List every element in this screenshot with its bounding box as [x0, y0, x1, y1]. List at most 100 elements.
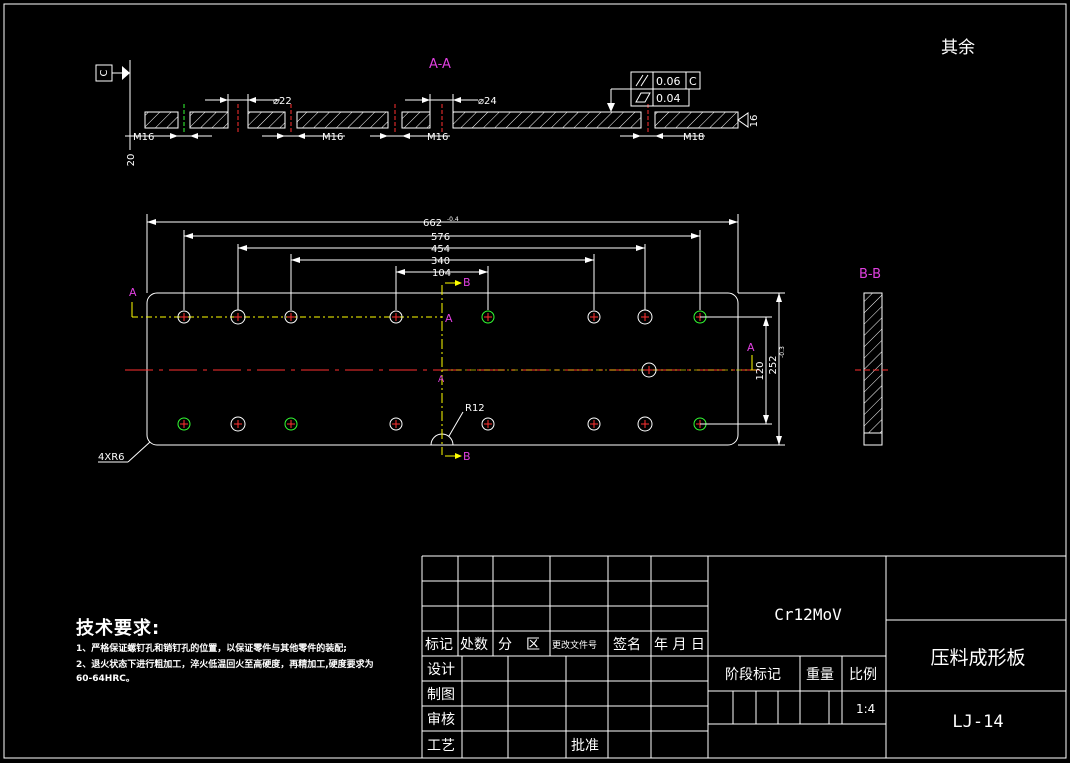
- plate-section-6: [452, 111, 642, 129]
- dim-m18: M18: [683, 132, 704, 143]
- role-reviewer: 审核: [427, 712, 455, 728]
- section-mark-a: A: [129, 286, 137, 299]
- technical-requirement-2: 2、退火状态下进行粗加工，淬火低温回火至高硬度，再精加工,硬度要求为60-64H…: [76, 660, 374, 684]
- dim-arrow: [297, 133, 305, 139]
- dim-d22: ⌀22: [273, 96, 292, 107]
- role-drafter: 制图: [427, 687, 455, 703]
- dim-arrow: [655, 133, 663, 139]
- revision-header: 处数: [460, 637, 488, 653]
- dim-arrow: [184, 233, 193, 239]
- section-mark-a: A: [445, 312, 453, 325]
- plan-view: 662 -0.4 576 454 340 104 120 252 -0.3 R1…: [98, 214, 786, 463]
- dim-m16-b: M16: [322, 132, 343, 143]
- plate-section-2: [189, 111, 229, 129]
- dim-340: 340: [431, 256, 450, 267]
- role-approve: 批准: [571, 738, 599, 754]
- tolerance-parallel-datum: C: [689, 75, 697, 88]
- section-mark-a: A: [747, 341, 755, 354]
- corner-leader: [127, 441, 151, 463]
- revision-header: 签名: [613, 636, 641, 653]
- section-aa-label: A-A: [429, 57, 451, 72]
- dim-arrow: [170, 133, 178, 139]
- section-bb-view: B-B: [855, 267, 890, 446]
- dim-arrow: [238, 245, 247, 251]
- drawing-number: LJ-14: [952, 712, 1003, 732]
- corner-radius-label: 4XR6: [98, 452, 125, 463]
- plate-section-1: [144, 111, 179, 129]
- dim-arrow: [453, 97, 461, 103]
- dim-252: 252: [768, 355, 779, 374]
- scale-label: 比例: [849, 667, 877, 683]
- plate-section-4: [296, 111, 389, 129]
- dim-454: 454: [431, 244, 450, 255]
- stage-mark-label: 阶段标记: [725, 667, 781, 683]
- weight-label: 重量: [806, 667, 834, 683]
- dim-arrow: [147, 219, 156, 225]
- dim-m16-c: M16: [427, 132, 448, 143]
- section-mark-b: B: [463, 450, 471, 463]
- revision-header: 标记: [425, 637, 453, 653]
- arrow-head: [455, 280, 462, 286]
- dim-252-tol: -0.3: [779, 346, 786, 358]
- dim-t16: 16: [749, 115, 760, 128]
- dim-arrow: [402, 133, 410, 139]
- dim-arrow: [729, 219, 738, 225]
- technical-requirements: 技术要求: 1、严格保证螺钉孔和销钉孔的位置，以保证零件与其他零件的装配; 2、…: [76, 614, 376, 686]
- arrow-head: [455, 453, 462, 459]
- dim-m16-a: M16: [133, 132, 154, 143]
- surface-finish-note: 其余: [941, 38, 975, 58]
- dim-662-tol: -0.4: [447, 216, 459, 223]
- plate-section-3: [247, 111, 286, 129]
- r12-leader: [448, 411, 464, 437]
- dim-arrow: [396, 269, 405, 275]
- tolerance-flatness-value: 0.04: [656, 92, 681, 105]
- dim-d24: ⌀24: [478, 96, 497, 107]
- dim-arrow: [763, 317, 769, 326]
- dim-120: 120: [755, 361, 766, 380]
- technical-requirements-title: 技术要求:: [76, 618, 161, 639]
- material: Cr12MoV: [774, 605, 842, 624]
- plate-section-5: [401, 111, 431, 129]
- dim-h20: 20: [126, 154, 137, 167]
- dim-arrow: [691, 233, 700, 239]
- dim-576: 576: [431, 232, 450, 243]
- dim-arrow: [291, 257, 300, 263]
- dim-arrow: [380, 133, 388, 139]
- revision-header: 年 月 日: [654, 637, 705, 653]
- dim-arrow: [479, 269, 488, 275]
- dim-arrow: [248, 97, 256, 103]
- scale-value: 1:4: [856, 702, 875, 716]
- tolerance-parallel-value: 0.06: [656, 75, 681, 88]
- role-process: 工艺: [427, 738, 455, 754]
- section-bb-notch: [863, 432, 883, 446]
- section-bb-label: B-B: [859, 267, 881, 282]
- section-bb-body: [863, 292, 883, 434]
- part-name: 压料成形板: [930, 647, 1025, 669]
- plate-section-7: [654, 111, 739, 129]
- section-aa-view: A-A C ⌀22 ⌀24 M16 M16 M16 M18 20 16 0.06…: [95, 57, 760, 167]
- r12-label: R12: [465, 403, 485, 414]
- datum-c-label: C: [99, 69, 110, 76]
- dim-arrow: [776, 293, 782, 302]
- dim-arrow: [585, 257, 594, 263]
- section-mark-b: B: [463, 276, 471, 289]
- title-block-text: 标记 处数 分 区 更改文件号 签名 年 月 日 设计 制图 审核 工艺 批准 …: [425, 605, 1026, 754]
- tolerance-arrow: [607, 103, 615, 112]
- dim-arrow: [633, 133, 641, 139]
- section-mark-a: A: [438, 375, 445, 385]
- dim-arrow: [737, 112, 749, 128]
- flatness-symbol-icon: [635, 92, 651, 103]
- dim-arrow: [277, 133, 285, 139]
- dim-arrow: [190, 133, 198, 139]
- role-designer: 设计: [427, 662, 455, 678]
- datum-c-triangle: [122, 66, 130, 80]
- technical-requirement-1: 1、严格保证螺钉孔和销钉孔的位置，以保证零件与其他零件的装配;: [76, 644, 347, 654]
- dim-662: 662: [423, 218, 442, 229]
- dim-arrow: [636, 245, 645, 251]
- revision-header: 分 区: [498, 637, 540, 653]
- dim-arrow: [776, 436, 782, 445]
- revision-header: 更改文件号: [552, 639, 597, 651]
- dim-arrow: [220, 97, 228, 103]
- dim-arrow: [422, 97, 430, 103]
- dim-104: 104: [432, 268, 451, 279]
